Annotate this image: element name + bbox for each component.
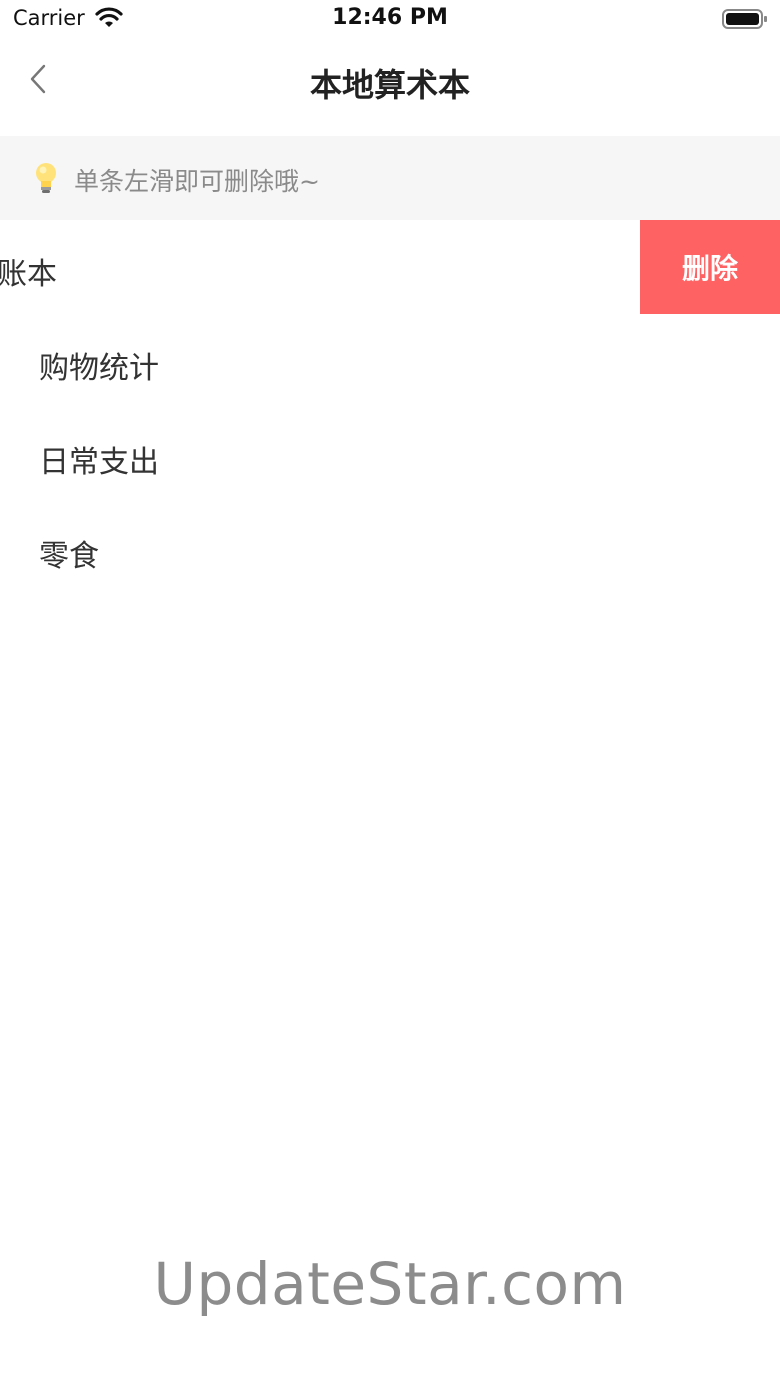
hint-text: 单条左滑即可删除哦~ [74, 167, 320, 196]
list-item[interactable]: 日常支出 [0, 408, 780, 502]
hint-banner: 单条左滑即可删除哦~ [0, 136, 780, 220]
list-item-label: 日常支出 [39, 445, 159, 480]
status-time: 12:46 PM [332, 5, 448, 30]
navigation-bar: 本地算术本 [0, 40, 780, 136]
page-title: 本地算术本 [309, 66, 470, 104]
list-item-label: 零食 [39, 539, 99, 574]
delete-button[interactable]: 删除 [640, 220, 780, 314]
lightbulb-icon [32, 160, 60, 196]
list-item-label: 账本 [0, 257, 57, 292]
list-item[interactable]: 零食 [0, 502, 780, 596]
status-bar: Carrier 12:46 PM [0, 0, 780, 40]
watermark: UpdateStar.com [153, 1250, 627, 1318]
list-item[interactable]: 购物统计 [0, 314, 780, 408]
ledger-list: 账本 删除 购物统计 日常支出 零食 [0, 220, 780, 596]
list-item-label: 购物统计 [39, 351, 159, 386]
list-item-swiped[interactable]: 账本 删除 [0, 220, 780, 314]
battery-icon [722, 9, 768, 29]
